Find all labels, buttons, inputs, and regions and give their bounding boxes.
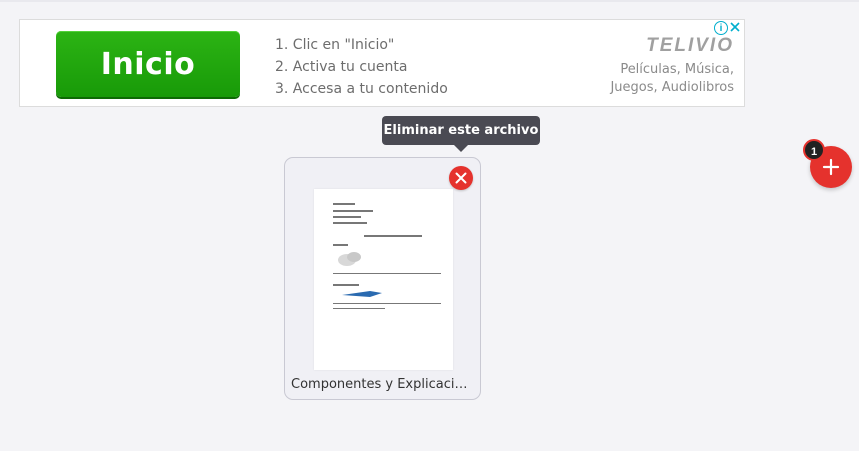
- ad-tagline-line: Películas, Música,: [620, 62, 734, 77]
- top-divider: [0, 0, 859, 2]
- ad-info-icon[interactable]: i: [714, 21, 728, 35]
- ad-step: 3. Accesa a tu contenido: [275, 81, 448, 97]
- ad-step: 1. Clic en "Inicio": [275, 37, 395, 53]
- file-count-badge: 1: [803, 139, 825, 161]
- ad-brand-logo: TELIVIO: [646, 35, 734, 56]
- delete-tooltip: Eliminar este archivo: [382, 116, 540, 152]
- ad-close-icon[interactable]: [728, 20, 742, 34]
- file-card[interactable]: Componentes y Explicacion de...: [284, 157, 481, 400]
- close-icon: [455, 172, 467, 184]
- ad-start-button[interactable]: Inicio: [56, 31, 240, 97]
- ad-banner[interactable]: Inicio 1. Clic en "Inicio" 2. Activa tu …: [19, 19, 745, 107]
- ad-tagline-line: Juegos, Audiolibros: [610, 80, 734, 95]
- file-thumbnail: [314, 189, 453, 370]
- file-name: Componentes y Explicacion de...: [291, 377, 475, 392]
- plus-icon: [822, 158, 840, 176]
- remove-file-button[interactable]: [449, 166, 473, 190]
- ad-steps-list: 1. Clic en "Inicio" 2. Activa tu cuenta …: [275, 34, 448, 100]
- ad-tagline: Películas, Música, Juegos, Audiolibros: [610, 61, 734, 97]
- ad-step: 2. Activa tu cuenta: [275, 59, 408, 75]
